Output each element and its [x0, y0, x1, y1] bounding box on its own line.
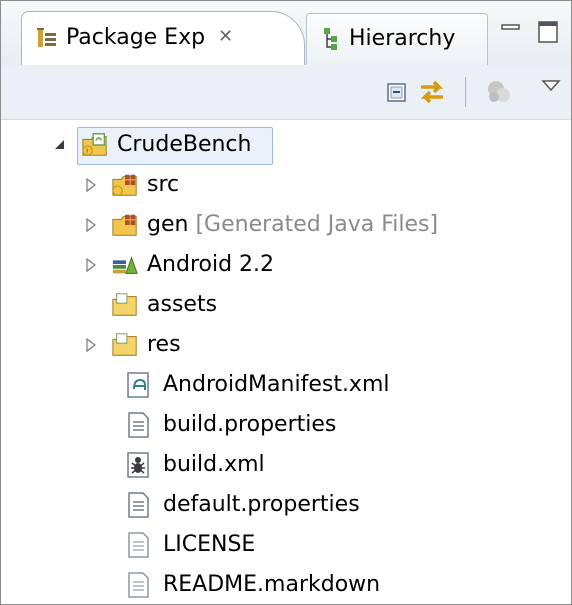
- tree-item-label: assets: [147, 292, 218, 317]
- tree-item-android-manifest[interactable]: AndroidManifest.xml: [1, 365, 561, 405]
- source-folder-icon: [112, 174, 137, 196]
- tree-item-label: README.markdown: [163, 572, 381, 597]
- tab-package-explorer[interactable]: Package Exp ✕: [21, 11, 305, 68]
- android-manifest-icon: [127, 372, 149, 398]
- tree-item-label: LICENSE: [163, 532, 256, 557]
- view-toolbar: [1, 65, 571, 120]
- tree-item-label: res: [147, 332, 181, 357]
- tree-item-label: gen [Generated Java Files]: [147, 211, 438, 239]
- collapsed-arrow-icon[interactable]: [81, 245, 101, 285]
- tab-hierarchy-label: Hierarchy: [349, 26, 456, 51]
- tree-item-assets[interactable]: assets: [1, 285, 561, 325]
- tab-hierarchy[interactable]: Hierarchy: [306, 13, 488, 65]
- hierarchy-icon: [324, 28, 337, 50]
- tree-item-build-properties[interactable]: build.properties: [1, 405, 561, 445]
- view-tab-bar: Package Exp ✕ Hierarchy: [1, 1, 571, 68]
- tree-item-label: build.properties: [163, 412, 337, 437]
- close-icon[interactable]: ✕: [218, 26, 233, 47]
- package-explorer-icon: [37, 28, 56, 47]
- maximize-icon[interactable]: [538, 21, 560, 45]
- project-name-label: CrudeBench: [117, 132, 252, 157]
- svg-text:!: !: [86, 146, 89, 155]
- collapsed-arrow-icon[interactable]: [81, 325, 101, 365]
- focus-active-task-icon[interactable]: [485, 79, 513, 105]
- collapsed-arrow-icon[interactable]: [81, 165, 101, 205]
- file-icon: [128, 532, 149, 558]
- tree-item-gen[interactable]: gen [Generated Java Files]: [1, 205, 561, 245]
- minimize-icon[interactable]: [501, 23, 521, 37]
- tree-item-src[interactable]: src: [1, 165, 561, 205]
- generated-source-folder-icon: [112, 214, 137, 236]
- tab-package-explorer-label: Package Exp: [66, 25, 206, 50]
- folder-icon: [112, 333, 137, 356]
- android-project-icon: !: [82, 133, 107, 156]
- text-file-icon: [128, 492, 149, 518]
- file-icon: [128, 572, 149, 598]
- tree-item-project[interactable]: ! CrudeBench: [1, 125, 561, 165]
- generated-files-decoration: [Generated Java Files]: [195, 212, 439, 237]
- tree-item-label: build.xml: [163, 452, 265, 477]
- tree-item-readme[interactable]: README.markdown: [1, 565, 561, 605]
- folder-icon: [112, 293, 137, 316]
- tree-item-label: AndroidManifest.xml: [163, 372, 390, 397]
- tree-item-label: default.properties: [163, 492, 360, 517]
- library-container-icon: [112, 256, 138, 274]
- ant-build-file-icon: [127, 452, 149, 478]
- collapsed-arrow-icon[interactable]: [81, 205, 101, 245]
- tree-item-android-library[interactable]: Android 2.2: [1, 245, 561, 285]
- tree-item-label: src: [147, 172, 180, 197]
- collapse-all-icon[interactable]: [385, 81, 409, 105]
- text-file-icon: [128, 412, 149, 438]
- tree-item-default-properties[interactable]: default.properties: [1, 485, 561, 525]
- link-with-editor-icon[interactable]: [417, 77, 447, 107]
- tree-item-label: Android 2.2: [147, 252, 275, 277]
- expanded-arrow-icon[interactable]: [51, 125, 71, 165]
- tree-item-res[interactable]: res: [1, 325, 561, 365]
- toolbar-separator: [465, 77, 466, 107]
- project-tree: ! CrudeBench src gen [Generated Java Fil…: [1, 119, 571, 605]
- tree-item-license[interactable]: LICENSE: [1, 525, 561, 565]
- package-explorer-view: Package Exp ✕ Hierarchy ! CrudeBench src…: [0, 0, 572, 605]
- view-menu-icon[interactable]: [541, 79, 561, 93]
- tree-item-build-xml[interactable]: build.xml: [1, 445, 561, 485]
- tree-item-name: gen: [147, 212, 189, 237]
